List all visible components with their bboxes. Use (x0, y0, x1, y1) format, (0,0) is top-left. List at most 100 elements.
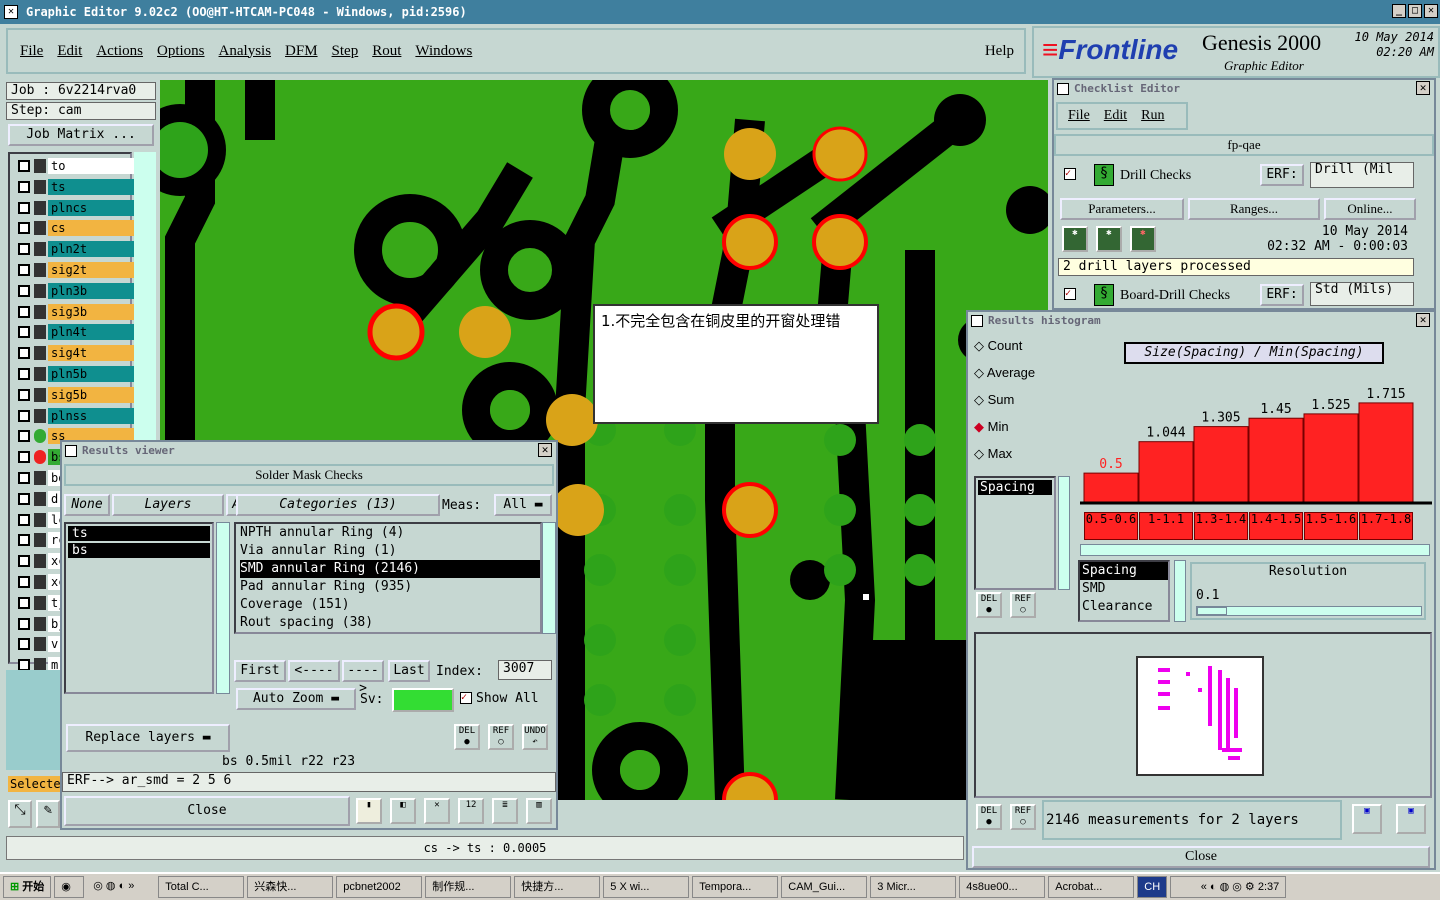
list-item[interactable]: NPTH annular Ring (4) (240, 524, 540, 542)
task-item[interactable]: 兴森快... (247, 876, 334, 898)
menu-analysis[interactable]: Analysis (219, 43, 272, 60)
layer-list-scrollbar[interactable] (216, 522, 230, 694)
hist-del-icon[interactable]: DEL ● (976, 592, 1002, 618)
histogram-bar[interactable] (1083, 472, 1139, 503)
drill-erf-button[interactable]: ERF: (1260, 164, 1304, 186)
category-list-scrollbar[interactable] (542, 522, 556, 634)
pencil-tool-icon[interactable]: ✎ (36, 800, 60, 828)
checklist-close-icon[interactable]: ✕ (1416, 81, 1430, 95)
layer-row-sig5b[interactable]: sig5b (18, 386, 138, 405)
next-button[interactable]: ----> (342, 660, 384, 696)
first-button[interactable]: First (234, 660, 286, 682)
list-item[interactable]: Via annular Ring (1) (240, 542, 540, 560)
task-item[interactable]: 5 X wi... (603, 876, 690, 898)
zoom-tool-icon[interactable]: ⤡ (8, 800, 32, 828)
maximize-button[interactable]: □ (1408, 4, 1422, 18)
show-all-checkbox[interactable]: ✓ (460, 692, 472, 704)
task-item[interactable]: Total C... (158, 876, 245, 898)
close-button[interactable]: ✕ (1424, 4, 1438, 18)
report-icon[interactable]: ≣ (492, 798, 518, 824)
board-drill-checkbox[interactable]: ✓ (1064, 288, 1076, 300)
quicklaunch-icon[interactable]: ◉ (54, 876, 85, 898)
layer-row-sig4t[interactable]: sig4t (18, 345, 138, 363)
layer-checkbox[interactable] (18, 617, 30, 630)
task-item[interactable]: CAM_Gui... (781, 876, 868, 898)
layer-checkbox[interactable] (18, 409, 30, 422)
flag-icon[interactable]: ▮ (356, 798, 382, 824)
menu-step[interactable]: Step (332, 43, 359, 60)
list-item[interactable]: Spacing (1080, 562, 1168, 580)
layer-checkbox[interactable] (18, 534, 30, 547)
layers-button[interactable]: Layers (112, 494, 224, 516)
zoom-home-icon[interactable]: ▣ (1396, 804, 1426, 834)
list-item[interactable]: bs (68, 543, 210, 558)
run-selected-icon[interactable]: ✱ (1096, 226, 1122, 252)
menu-dfm[interactable]: DFM (285, 43, 318, 60)
none-button[interactable]: None (64, 494, 110, 516)
layer-row-sig3b[interactable]: sig3b (18, 303, 138, 322)
replace-layers-button[interactable]: Replace layers ▬ (66, 724, 230, 752)
layer-checkbox[interactable] (18, 576, 30, 588)
online-button[interactable]: Online... (1324, 198, 1416, 220)
index-input[interactable]: 3007 (498, 660, 552, 680)
layer-checkbox[interactable] (18, 492, 30, 505)
undo-icon[interactable]: UNDO ↶ (522, 724, 548, 750)
list-item[interactable]: Pad annular Ring (935) (240, 578, 540, 596)
list-item[interactable]: Rout spacing (38) (240, 614, 540, 632)
layer-checkbox[interactable] (18, 451, 30, 464)
meas-select[interactable]: All ▬ (494, 494, 552, 516)
list-item[interactable]: ts (68, 526, 210, 541)
layer-row-to[interactable]: to (18, 158, 138, 176)
erf-cross-icon[interactable]: ✕ (424, 798, 450, 824)
type-list-scrollbar[interactable] (1058, 476, 1070, 590)
auto-zoom-select[interactable]: Auto Zoom ▬ (236, 688, 356, 710)
bin-label[interactable]: 0.5-0.6 (1084, 512, 1138, 540)
layer-row-sig2t[interactable]: sig2t (18, 262, 138, 280)
layer-row-plnss[interactable]: plnss (18, 407, 138, 426)
histogram-bar[interactable] (1358, 402, 1414, 503)
histogram-bar[interactable] (1303, 413, 1359, 503)
option-average[interactable]: ◇ Average (974, 365, 1074, 392)
task-item[interactable]: pcbnet2002 (336, 876, 423, 898)
layer-row-pln2t[interactable]: pln2t (18, 241, 138, 259)
layer-checkbox[interactable] (18, 222, 30, 235)
results-viewer-close-icon[interactable]: ✕ (538, 443, 552, 457)
task-item[interactable]: Tempora... (692, 876, 779, 898)
histogram-bar[interactable] (1138, 441, 1194, 503)
menu-options[interactable]: Options (157, 43, 205, 60)
layer-row-ts[interactable]: ts (18, 178, 138, 197)
layer-checkbox[interactable] (18, 347, 30, 360)
bin-label[interactable]: 1.5-1.6 (1304, 512, 1358, 540)
results-close-button[interactable]: Close (64, 796, 350, 826)
histogram-bar[interactable] (1248, 417, 1304, 503)
histogram-close-button[interactable]: Close (972, 846, 1430, 868)
layer-checkbox[interactable] (18, 430, 30, 443)
option-sum[interactable]: ◇ Sum (974, 392, 1074, 419)
layer-checkbox[interactable] (18, 555, 30, 568)
layer-checkbox[interactable] (18, 284, 30, 297)
zoom-layer-icon[interactable]: ▣ (1352, 804, 1382, 834)
list-item[interactable]: SMD (1080, 580, 1168, 598)
list-item[interactable]: Coverage (151) (240, 596, 540, 614)
stop-icon[interactable]: ✱ (1130, 226, 1156, 252)
job-matrix-button[interactable]: Job Matrix ... (8, 124, 154, 146)
ranges-button[interactable]: Ranges... (1188, 198, 1320, 220)
layer-checkbox[interactable] (18, 388, 30, 401)
list-item[interactable]: Spacing (978, 480, 1052, 495)
menu-help[interactable]: Help (985, 43, 1014, 60)
histogram-bar[interactable] (1193, 426, 1249, 503)
quicklaunch-icons[interactable]: ◎ ◍ ◐ » (87, 876, 156, 898)
layer-row-pln5b[interactable]: pln5b (18, 366, 138, 384)
preview-ref-icon[interactable]: REF ○ (1010, 804, 1036, 830)
layer-row-pln3b[interactable]: pln3b (18, 282, 138, 301)
categories-button[interactable]: Categories (13) (236, 494, 440, 516)
board-erf-value[interactable]: Std (Mils) (1310, 282, 1414, 306)
histogram-close-icon[interactable]: ✕ (1416, 313, 1430, 327)
parameters-button[interactable]: Parameters... (1060, 198, 1184, 220)
layer-checkbox[interactable] (18, 264, 30, 276)
red-marker-icon[interactable]: ◧ (390, 798, 416, 824)
list-item[interactable]: Clearance (1080, 598, 1168, 616)
number-icon[interactable]: 12 (458, 798, 484, 824)
ref-icon[interactable]: REF ○ (488, 724, 514, 750)
bin-label[interactable]: 1.7-1.8 (1359, 512, 1413, 540)
